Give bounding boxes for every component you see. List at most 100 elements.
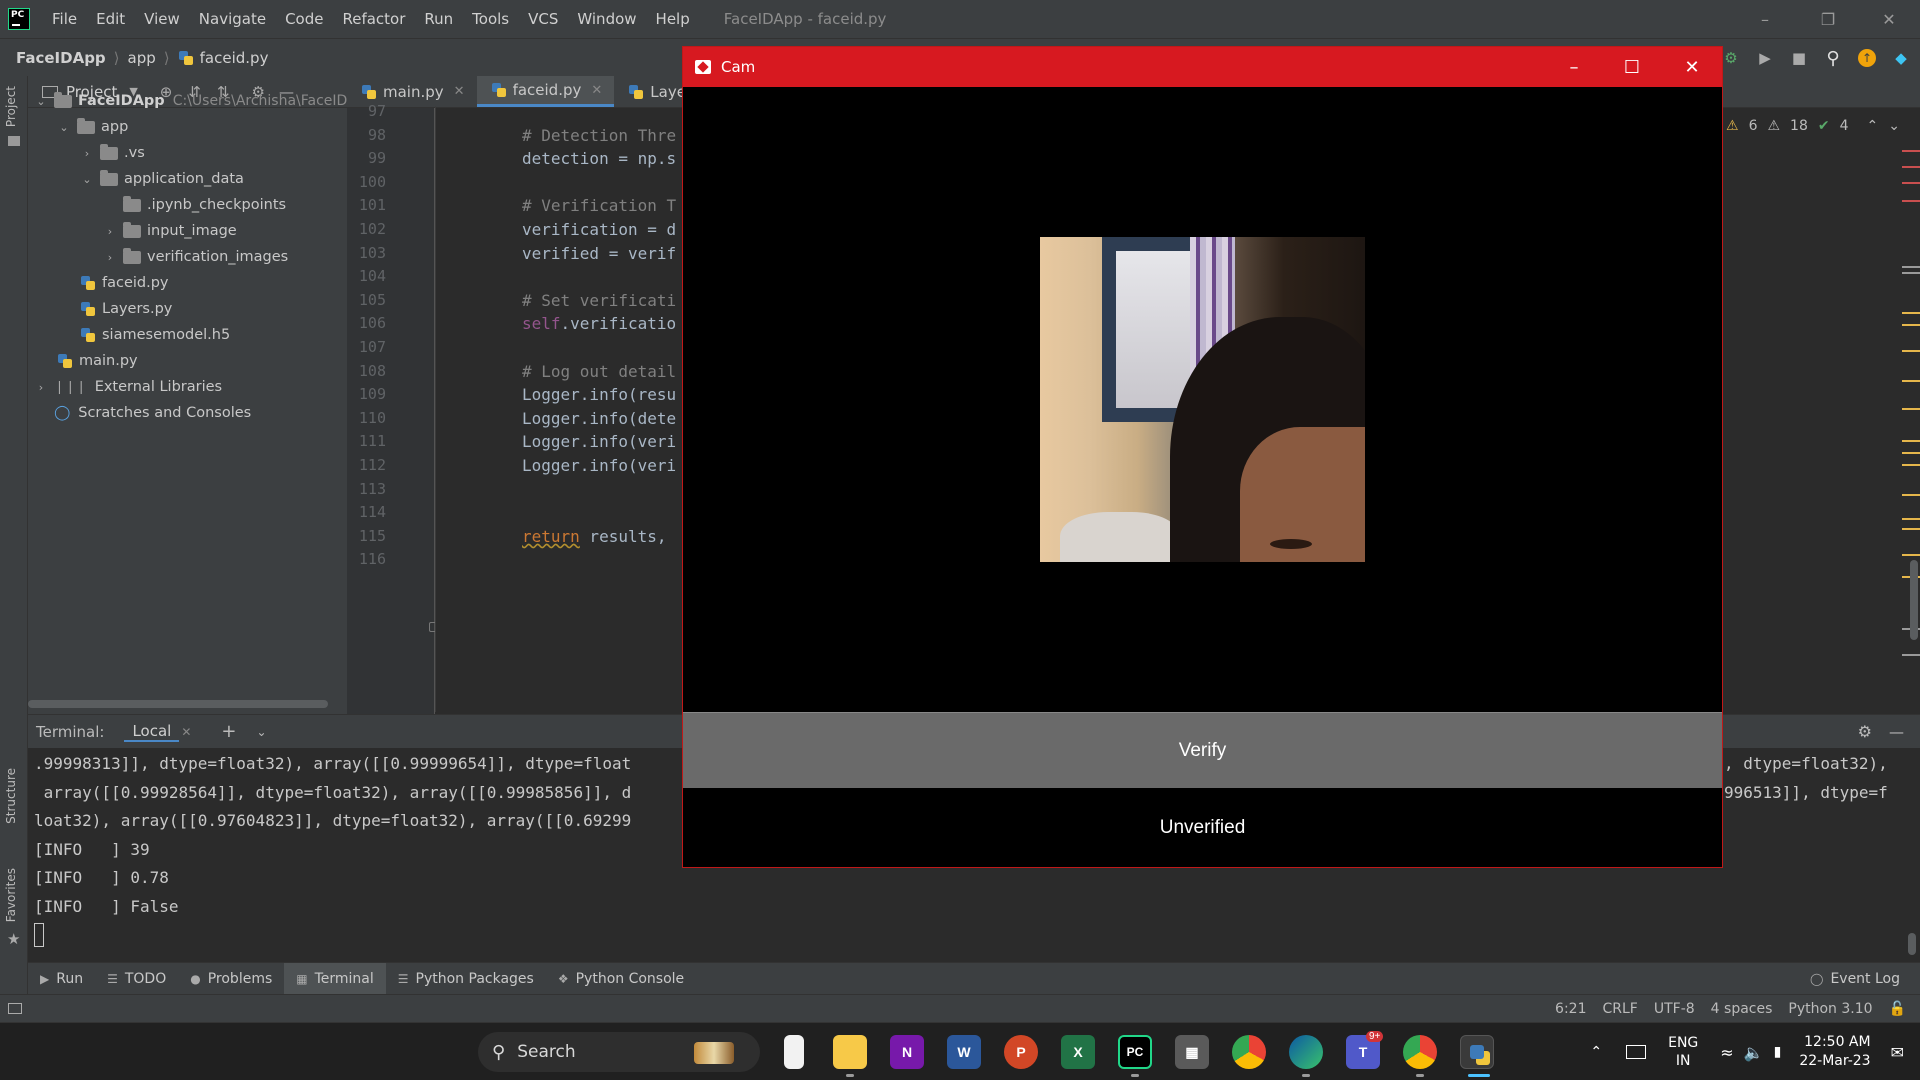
menu-refactor[interactable]: Refactor (342, 10, 405, 28)
volume-icon[interactable]: 🔈 (1744, 1043, 1764, 1062)
error-stripe-mark[interactable] (1902, 528, 1920, 530)
error-stripe-mark[interactable] (1902, 452, 1920, 454)
tree-item[interactable]: › .vs (80, 140, 145, 166)
chevron-down-icon[interactable]: ⌄ (257, 725, 267, 739)
chevron-down-icon[interactable]: ⌄ (80, 173, 94, 186)
pycharm-taskbar-icon[interactable]: PC (1118, 1035, 1152, 1069)
wifi-icon[interactable]: ≈ (1720, 1043, 1733, 1062)
menu-help[interactable]: Help (656, 10, 690, 28)
error-stripe-mark[interactable] (1902, 518, 1920, 520)
close-icon[interactable]: ✕ (1663, 47, 1721, 87)
menu-edit[interactable]: Edit (96, 10, 125, 28)
error-stripe-mark[interactable] (1902, 266, 1920, 268)
word-icon[interactable]: W (947, 1035, 981, 1069)
tab-main-py[interactable]: main.py ✕ (347, 76, 477, 107)
tab-faceid-py[interactable]: faceid.py ✕ (476, 76, 615, 107)
menu-tools[interactable]: Tools (472, 10, 509, 28)
chevron-down-icon[interactable]: ⌄ (1888, 118, 1900, 134)
error-stripe-mark[interactable] (1902, 200, 1920, 202)
clock[interactable]: 12:50 AM 22-Mar-23 (1799, 1033, 1870, 1071)
menu-vcs[interactable]: VCS (528, 10, 558, 28)
caret-position[interactable]: 6:21 (1555, 1001, 1586, 1017)
error-stripe-mark[interactable] (1902, 408, 1920, 410)
run-tool-button[interactable]: ▶ Run (28, 963, 95, 995)
error-stripe-mark[interactable] (1902, 350, 1920, 352)
notepad-icon[interactable] (784, 1035, 804, 1069)
python-console-tool-button[interactable]: ❖ Python Console (546, 963, 696, 995)
python-interpreter[interactable]: Python 3.10 (1788, 1001, 1872, 1017)
tablet-mode-icon[interactable] (1626, 1045, 1647, 1059)
error-stripe-mark[interactable] (1902, 324, 1920, 326)
tree-item[interactable]: .ipynb_checkpoints (103, 192, 286, 218)
favorites-tool-tab[interactable]: Favorites (4, 868, 18, 922)
language-indicator[interactable]: ENG IN (1668, 1034, 1698, 1070)
chevron-down-icon[interactable]: ⌄ (34, 95, 48, 108)
verify-button[interactable]: Verify (683, 712, 1722, 788)
project-tool-tab[interactable]: Project (4, 86, 18, 127)
tree-item[interactable]: ⌄ application_data (80, 166, 244, 192)
terminal-tab-local[interactable]: Local (124, 722, 180, 742)
error-stripe-mark[interactable] (1902, 464, 1920, 466)
edge-icon[interactable] (1289, 1035, 1323, 1069)
tree-item[interactable]: ⌄ app (57, 114, 128, 140)
chevron-up-icon[interactable]: ⌃ (1867, 118, 1879, 134)
gear-icon[interactable]: ⚙ (1858, 722, 1872, 741)
error-stripe-mark[interactable] (1902, 440, 1920, 442)
python-packages-tool-button[interactable]: ☰ Python Packages (386, 963, 546, 995)
notification-bell-icon[interactable]: ✉ (1891, 1043, 1904, 1062)
menu-window[interactable]: Window (577, 10, 636, 28)
battery-icon[interactable]: ▮ (1774, 1044, 1782, 1060)
line-separator[interactable]: CRLF (1603, 1001, 1638, 1017)
hide-panel-icon[interactable]: — (1889, 723, 1904, 741)
python-app-icon[interactable] (1460, 1035, 1494, 1069)
menu-view[interactable]: View (144, 10, 180, 28)
tree-item[interactable]: › ❘❘❘ External Libraries (34, 374, 222, 400)
chevron-down-icon[interactable]: ⌄ (57, 121, 71, 134)
error-stripe-mark[interactable] (1902, 494, 1920, 496)
menu-navigate[interactable]: Navigate (199, 10, 266, 28)
minimize-icon[interactable]: – (1742, 0, 1788, 38)
error-stripe-mark[interactable] (1902, 654, 1920, 656)
tree-item[interactable]: Layers.py (80, 296, 172, 322)
horizontal-scrollbar[interactable] (28, 700, 328, 708)
toggle-tool-windows-icon[interactable] (8, 1003, 22, 1014)
tree-item[interactable]: ◯ Scratches and Consoles (34, 400, 251, 426)
chevron-right-icon[interactable]: › (103, 225, 117, 238)
chevron-right-icon[interactable]: › (103, 251, 117, 264)
powerpoint-icon[interactable]: P (1004, 1035, 1038, 1069)
chrome-icon[interactable] (1232, 1035, 1266, 1069)
lock-icon[interactable]: 🔓 (1889, 1001, 1906, 1017)
chrome-profile-icon[interactable] (1403, 1035, 1437, 1069)
vertical-scrollbar[interactable] (1908, 933, 1916, 955)
menu-run[interactable]: Run (424, 10, 453, 28)
close-tab-icon[interactable]: ✕ (454, 84, 465, 99)
close-tab-icon[interactable]: ✕ (181, 725, 191, 739)
excel-icon[interactable]: X (1061, 1035, 1095, 1069)
menu-file[interactable]: File (52, 10, 77, 28)
file-explorer-icon[interactable] (833, 1035, 867, 1069)
inspection-widget[interactable]: 16 ⚠ 6 ⚠ 18 ✔ 4 ⌃ ⌄ (1698, 118, 1900, 134)
error-stripe[interactable] (1902, 140, 1920, 720)
breadcrumb-project[interactable]: FaceIDApp (16, 49, 106, 67)
tree-item[interactable]: › verification_images (103, 244, 288, 270)
calculator-icon[interactable]: ▦ (1175, 1035, 1209, 1069)
error-stripe-mark[interactable] (1902, 150, 1920, 152)
problems-tool-button[interactable]: ● Problems (178, 963, 284, 995)
tree-item[interactable]: › input_image (103, 218, 237, 244)
search-icon[interactable]: ⚲ (1824, 48, 1842, 69)
minimize-icon[interactable]: – (1545, 47, 1603, 87)
error-stripe-mark[interactable] (1902, 182, 1920, 184)
tree-item[interactable]: siamesemodel.h5 (80, 322, 230, 348)
error-stripe-mark[interactable] (1902, 312, 1920, 314)
close-tab-icon[interactable]: ✕ (591, 83, 602, 98)
tree-root-project[interactable]: ⌄ FaceIDApp C:\Users\Archisha\FaceIDA (34, 88, 357, 114)
breadcrumb-folder[interactable]: app (128, 49, 156, 67)
close-icon[interactable]: ✕ (1866, 0, 1912, 38)
stop-icon[interactable]: ■ (1790, 49, 1808, 67)
tree-item[interactable]: faceid.py (80, 270, 169, 296)
structure-tool-tab[interactable]: Structure (4, 768, 18, 824)
debug-icon[interactable]: ⚙ (1722, 49, 1740, 67)
windows-start-icon[interactable] (428, 1035, 462, 1069)
error-stripe-mark[interactable] (1902, 380, 1920, 382)
error-stripe-mark[interactable] (1902, 166, 1920, 168)
